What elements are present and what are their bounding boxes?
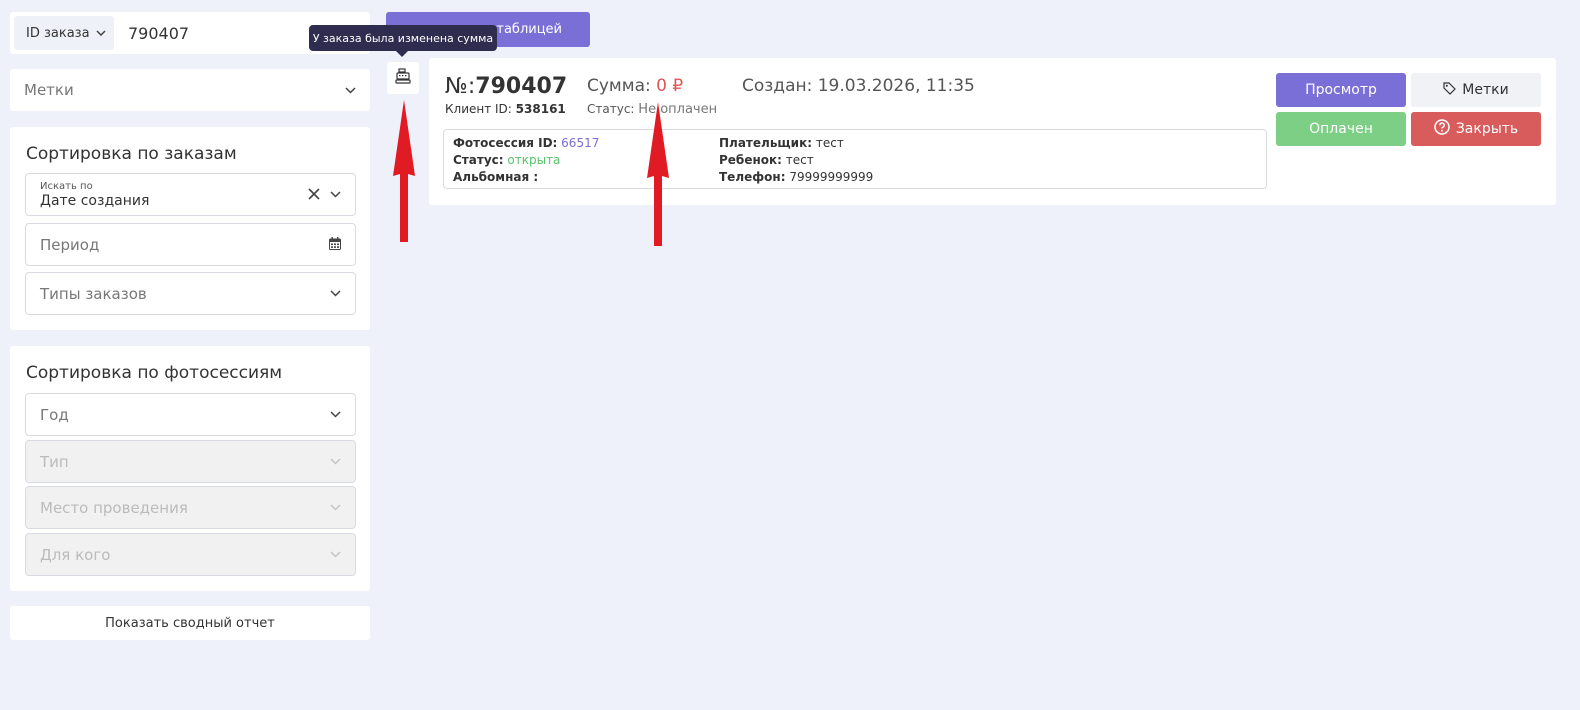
photosession-id: Фотосессия ID: 66517	[453, 136, 599, 150]
type-placeholder: Тип	[40, 452, 69, 471]
summary-report-button[interactable]: Показать сводный отчет	[10, 606, 370, 640]
search-type-select[interactable]: ID заказа	[14, 16, 114, 50]
location-select: Место проведения	[25, 486, 356, 529]
cash-register-icon	[395, 68, 411, 88]
child-label: Ребенок:	[719, 153, 782, 167]
album-field: Альбомная :	[453, 170, 538, 184]
year-select[interactable]: Год	[25, 393, 356, 436]
order-number-value: 790407	[475, 74, 568, 99]
for-whom-select: Для кого	[25, 533, 356, 576]
search-by-label: Искать по	[40, 180, 93, 192]
photosession-status-value: открыта	[507, 153, 561, 167]
period-placeholder: Период	[40, 235, 100, 254]
location-placeholder: Место проведения	[40, 498, 188, 517]
order-created: Создан: 19.03.2026, 11:35	[742, 76, 975, 96]
labels-filter-select[interactable]: Метки	[10, 69, 370, 111]
tags-button[interactable]: Метки	[1411, 73, 1541, 107]
order-sum-label: Сумма:	[587, 76, 651, 96]
order-number: №:790407	[445, 74, 567, 99]
paid-button[interactable]: Оплачен	[1276, 112, 1406, 146]
photosession-status: Статус: открыта	[453, 153, 560, 167]
order-number-prefix: №:	[445, 74, 476, 99]
client-id-label: Клиент ID:	[445, 102, 512, 116]
client-id-value: 538161	[515, 102, 566, 116]
chevron-down-icon	[330, 290, 341, 297]
search-by-value: Дате создания	[40, 192, 150, 209]
phone-label: Телефон:	[719, 170, 786, 184]
type-select: Тип	[25, 440, 356, 483]
search-by-select[interactable]: Искать по Дате создания	[25, 173, 356, 216]
question-circle-icon	[1434, 119, 1450, 139]
photosession-id-link[interactable]: 66517	[561, 136, 599, 150]
view-button-label: Просмотр	[1305, 82, 1377, 98]
calendar-icon	[329, 236, 341, 254]
table-view-label: таблицей	[496, 22, 562, 37]
chevron-down-icon	[330, 411, 341, 418]
summary-report-label: Показать сводный отчет	[105, 615, 275, 631]
sort-photos-title: Сортировка по фотосессиям	[26, 363, 283, 383]
order-details: Фотосессия ID: 66517 Статус: открыта Аль…	[443, 129, 1267, 189]
order-sum-value: 0 ₽	[656, 76, 684, 96]
order-status-label: Статус:	[587, 102, 635, 116]
close-order-button[interactable]: Закрыть	[1411, 112, 1541, 146]
chevron-down-icon	[345, 86, 356, 94]
clear-icon[interactable]	[308, 186, 320, 204]
photosession-id-label: Фотосессия ID:	[453, 136, 558, 150]
year-placeholder: Год	[40, 405, 69, 424]
order-sum: Сумма: 0 ₽	[587, 76, 683, 96]
paid-button-label: Оплачен	[1309, 121, 1373, 137]
payer-value: тест	[815, 136, 844, 150]
tags-button-label: Метки	[1462, 82, 1509, 98]
for-whom-placeholder: Для кого	[40, 545, 111, 564]
chevron-down-icon	[96, 30, 106, 36]
order-card: №:790407 Клиент ID: 538161 Сумма: 0 ₽ Ст…	[429, 58, 1556, 205]
annotation-arrow-right	[647, 102, 669, 246]
phone-field: Телефон: 79999999999	[719, 170, 873, 184]
sort-orders-panel: Сортировка по заказам Искать по Дате соз…	[10, 127, 370, 330]
chevron-down-icon	[330, 458, 341, 465]
phone-value: 79999999999	[789, 170, 874, 184]
search-input[interactable]	[128, 20, 328, 46]
order-types-select[interactable]: Типы заказов	[25, 272, 356, 315]
tooltip: У заказа была изменена сумма	[309, 25, 497, 51]
chevron-down-icon	[330, 191, 341, 198]
tooltip-text: У заказа была изменена сумма	[312, 31, 494, 45]
payer-label: Плательщик:	[719, 136, 813, 150]
child-value: тест	[785, 153, 814, 167]
order-types-placeholder: Типы заказов	[40, 284, 147, 303]
period-field[interactable]: Период	[25, 223, 356, 266]
album-label: Альбомная :	[453, 170, 539, 184]
search-type-label: ID заказа	[26, 25, 90, 41]
chevron-down-icon	[330, 551, 341, 558]
tooltip-arrow	[396, 51, 408, 57]
photosession-status-label: Статус:	[453, 153, 504, 167]
cash-register-button[interactable]	[387, 62, 419, 94]
payer-field: Плательщик: тест	[719, 136, 844, 150]
chevron-down-icon	[330, 504, 341, 511]
close-button-label: Закрыть	[1455, 121, 1519, 137]
labels-filter-placeholder: Метки	[24, 81, 74, 99]
sort-photos-panel: Сортировка по фотосессиям Год Тип Место …	[10, 346, 370, 591]
sort-orders-title: Сортировка по заказам	[26, 144, 237, 164]
view-button[interactable]: Просмотр	[1276, 73, 1406, 107]
child-field: Ребенок: тест	[719, 153, 814, 167]
tag-icon	[1443, 81, 1457, 99]
client-id: Клиент ID: 538161	[445, 102, 566, 116]
annotation-arrow-left	[393, 100, 415, 242]
